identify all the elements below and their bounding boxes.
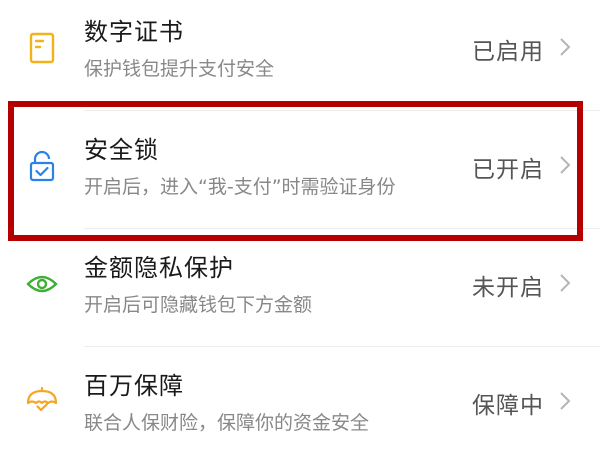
status-text: 保障中 [472,393,544,419]
chevron-right-icon [558,272,572,294]
chevron-right-icon [558,154,572,176]
row-title: 安全锁 [84,136,159,164]
row-subtitle: 联合人保财险，保障你的资金安全 [84,412,370,434]
row-subtitle: 开启后，进入“我-支付”时需验证身份 [84,176,396,198]
settings-row-digital-certificate[interactable]: 数字证书 保护钱包提升支付安全 已启用 [0,0,600,110]
certificate-icon [24,30,60,66]
settings-row-million-guarantee[interactable]: 百万保障 联合人保财险，保障你的资金安全 保障中 [0,346,600,449]
settings-row-amount-privacy[interactable]: 金额隐私保护 开启后可隐藏钱包下方金额 未开启 [0,228,600,346]
row-subtitle: 开启后可隐藏钱包下方金额 [84,294,313,316]
row-title: 金额隐私保护 [84,254,234,282]
row-title: 百万保障 [84,372,184,400]
wallet-security-settings-list: 数字证书 保护钱包提升支付安全 已启用 安全锁 开启后，进入“我-支付”时需验证… [0,0,600,449]
umbrella-icon [24,384,60,420]
chevron-right-icon [558,390,572,412]
status-text: 未开启 [472,275,544,301]
status-text: 已启用 [472,39,544,65]
eye-icon [24,266,60,302]
row-title: 数字证书 [84,18,184,46]
chevron-right-icon [558,36,572,58]
lock-icon [24,148,60,184]
status-text: 已开启 [472,157,544,183]
row-subtitle: 保护钱包提升支付安全 [84,58,275,80]
settings-row-security-lock[interactable]: 安全锁 开启后，进入“我-支付”时需验证身份 已开启 [0,110,600,228]
